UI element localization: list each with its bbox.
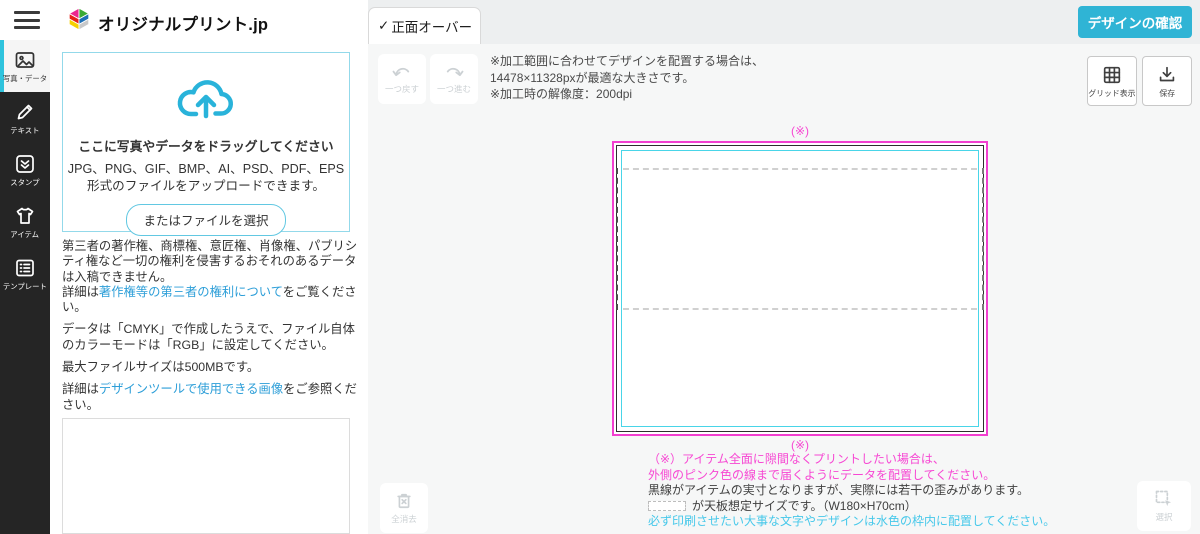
- rail-item-label: スタンプ: [10, 178, 40, 187]
- clear-all-button[interactable]: 全消去: [380, 483, 428, 533]
- tab-label: 正面オーバー: [391, 20, 473, 35]
- tabletop-size-swatch: [648, 500, 686, 511]
- tabletop-guide-bottom-line: [623, 308, 977, 310]
- design-tool-app: オリジナルプリント.jp 写真・データ テキスト スタンプ アイテム テンプレー…: [0, 0, 1200, 534]
- canvas-notes: （※）アイテム全面に隙間なくプリントしたい場合は、 外側のピンク色の線まで届くよ…: [648, 452, 1055, 530]
- redo-icon: [446, 67, 464, 77]
- note-line-1: （※）アイテム全面に隙間なくプリントしたい場合は、: [648, 452, 945, 466]
- grid-button-label: グリッド表示: [1088, 87, 1136, 98]
- rail-item-label: 写真・データ: [2, 74, 48, 83]
- uploaded-files-box[interactable]: [62, 417, 350, 534]
- undo-button[interactable]: 一つ戻す: [378, 54, 426, 104]
- grid-display-button[interactable]: グリッド表示: [1087, 56, 1137, 106]
- photo-icon: [15, 52, 35, 68]
- active-indicator: [0, 40, 4, 92]
- tab-front-over[interactable]: ✓ 正面オーバー: [368, 7, 481, 44]
- note-line-5: 必ず印刷させたい大事な文字やデザインは水色の枠内に配置してください。: [648, 514, 1056, 528]
- tshirt-icon: [16, 207, 34, 224]
- tabletop-guide-top-line: [623, 168, 977, 170]
- pencil-icon: [17, 104, 33, 120]
- brand-title: オリジナルプリント.jp: [98, 16, 269, 34]
- clear-all-label: 全消去: [391, 514, 417, 524]
- usable-images-link[interactable]: デザインツールで使用できる画像: [99, 382, 283, 396]
- confirm-design-button[interactable]: デザインの確認: [1078, 6, 1192, 38]
- tab-strip: [368, 0, 1200, 44]
- cloud-upload-icon: [177, 80, 233, 119]
- redo-label: 一つ進む: [436, 84, 471, 94]
- tabletop-guide-right-line: [982, 168, 984, 310]
- file-dropzone[interactable]: ここに写真やデータをドラッグしてください JPG、PNG、GIF、BMP、AI、…: [62, 52, 350, 236]
- rail-item-stamp[interactable]: スタンプ: [0, 144, 50, 196]
- dropzone-title: ここに写真やデータをドラッグしてください: [78, 139, 334, 154]
- save-button-label: 保存: [1159, 87, 1175, 98]
- rail-item-label: テキスト: [10, 126, 40, 135]
- note-line-4: が天板想定サイズです。（W180×H70cm）: [648, 499, 1055, 515]
- brand-logo-cube-icon: [66, 6, 92, 37]
- color-mode-paragraph: データは「CMYK」で作成したうえで、ファイル自体のカラーモードは「RGB」に設…: [62, 322, 355, 352]
- max-file-size-text: 最大ファイルサイズは500MBです。: [62, 360, 260, 375]
- bleed-marker-top: (※): [790, 124, 810, 138]
- detail-paragraph: 詳細はデザインツールで使用できる画像をご参照ください。: [62, 382, 357, 412]
- check-icon: ✓: [378, 18, 390, 33]
- trash-icon: [397, 493, 411, 509]
- note-line-2: 外側のピンク色の線まで届くようにデータを配置してください。: [648, 467, 996, 482]
- select-button[interactable]: 選択: [1137, 481, 1191, 531]
- save-download-icon: [1159, 66, 1175, 81]
- redo-button[interactable]: 一つ進む: [430, 54, 478, 104]
- upload-panel: ここに写真やデータをドラッグしてください JPG、PNG、GIF、BMP、AI、…: [50, 40, 368, 534]
- selection-icon: [1155, 490, 1172, 507]
- rail-item-photo-data[interactable]: 写真・データ: [0, 40, 50, 92]
- app-header: オリジナルプリント.jp: [0, 0, 368, 40]
- select-label: 選択: [1155, 512, 1173, 522]
- undo-label: 一つ戻す: [384, 84, 419, 94]
- note-line-3: 黒線がアイテムの実寸となりますが、実際には若干の歪みがあります。: [648, 483, 1030, 497]
- rail-item-item[interactable]: アイテム: [0, 196, 50, 248]
- stamp-icon: [16, 155, 34, 173]
- dropzone-formats: JPG、PNG、GIF、BMP、AI、PSD、PDF、EPS 形式のファイルをア…: [67, 162, 345, 193]
- undo-icon: [392, 67, 410, 77]
- rights-detail-link[interactable]: 著作権等の第三者の権利について: [99, 285, 283, 299]
- size-info-text: ※加工範囲に合わせてデザインを配置する場合は、 14478×11328pxが最適…: [490, 54, 765, 101]
- grid-icon: [1103, 66, 1121, 83]
- rights-paragraph: 第三者の著作権、商標権、意匠権、肖像権、パブリシティ権など一切の権利を侵害するお…: [62, 239, 358, 315]
- rail-item-template[interactable]: テンプレート: [0, 248, 50, 300]
- hamburger-menu-icon[interactable]: [14, 11, 40, 29]
- tabletop-guide-left-line: [616, 168, 618, 310]
- tool-rail: 写真・データ テキスト スタンプ アイテム テンプレート: [0, 40, 50, 534]
- rail-item-text[interactable]: テキスト: [0, 92, 50, 144]
- safe-area-outline: [621, 150, 979, 427]
- design-artboard[interactable]: [612, 141, 988, 436]
- rail-item-label: テンプレート: [3, 282, 47, 291]
- save-button[interactable]: 保存: [1142, 56, 1192, 106]
- bleed-marker-bottom: (※): [790, 438, 810, 452]
- rail-item-label: アイテム: [10, 230, 40, 239]
- select-file-button[interactable]: またはファイルを選択: [126, 204, 286, 236]
- template-icon: [16, 259, 34, 277]
